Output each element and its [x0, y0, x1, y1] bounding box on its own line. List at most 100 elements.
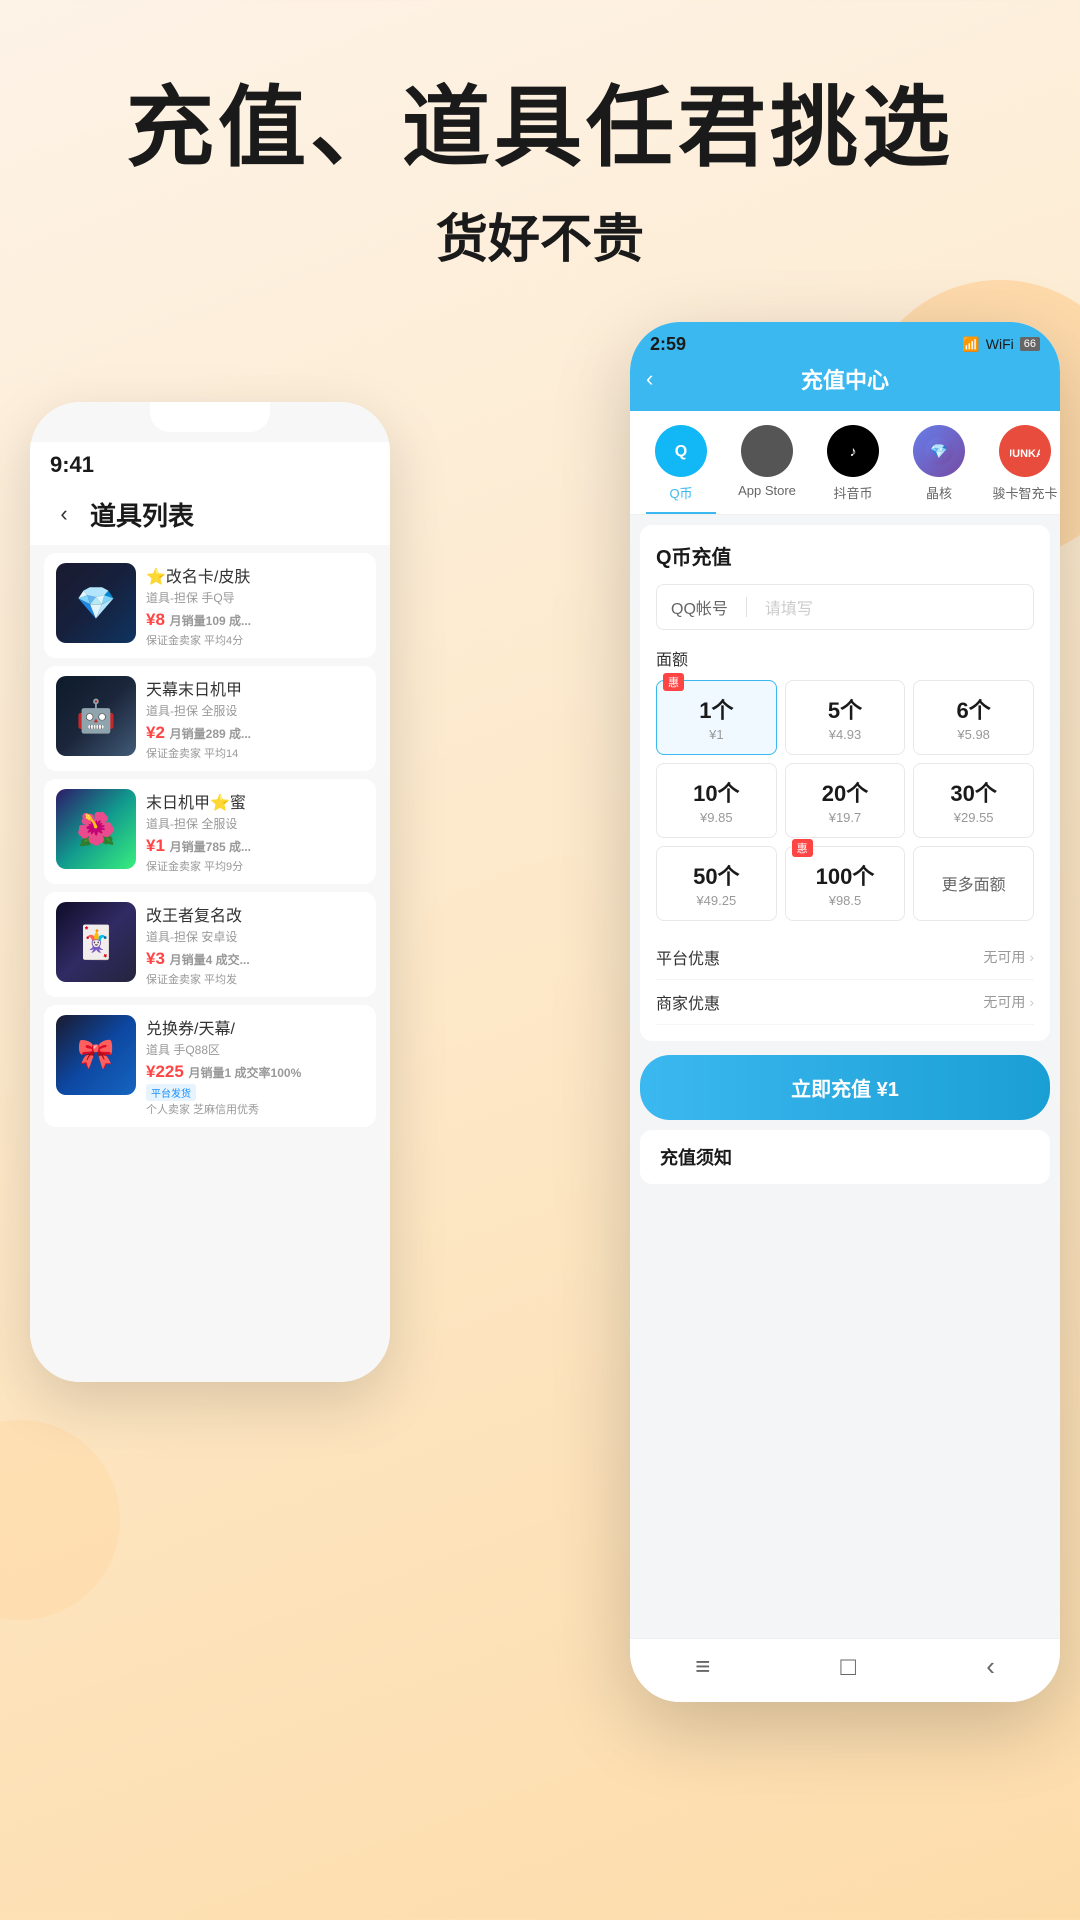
denom-sub-1: ¥1: [665, 727, 768, 742]
denom-item-1[interactable]: 惠 1个 ¥1: [656, 680, 777, 755]
denom-badge-1: 惠: [663, 673, 684, 691]
qq-icon: Q: [655, 425, 707, 477]
tool-image-1: 💎: [56, 563, 136, 643]
junka-icon: JUNKA: [999, 425, 1051, 477]
platform-discount-label: 平台优惠: [656, 945, 720, 969]
denom-item-more[interactable]: 更多面额: [913, 846, 1034, 921]
tool-name-1: ⭐改名卡/皮肤: [146, 563, 364, 587]
tool-extra-5: 个人卖家 芝麻信用优秀: [146, 1101, 364, 1117]
tool-guarantee-1: 保证金卖家 平均4分: [146, 632, 364, 648]
notice-section: 充值须知: [640, 1130, 1050, 1184]
denomination-title: 面额: [656, 646, 1034, 670]
platform-badge: 平台发货: [146, 1084, 196, 1101]
right-status-icons: 📶 WiFi 66: [962, 336, 1040, 353]
tool-guarantee-2: 保证金卖家 平均14: [146, 745, 364, 761]
phone-notch-left: [150, 402, 270, 432]
merchant-discount-arrow: ›: [1029, 994, 1034, 1010]
platform-discount-arrow: ›: [1029, 949, 1034, 965]
denom-item-4[interactable]: 10个 ¥9.85: [656, 763, 777, 838]
recharge-button[interactable]: 立即充值 ¥1: [640, 1055, 1050, 1120]
platform-discount-row[interactable]: 平台优惠 无可用 ›: [656, 935, 1034, 980]
svg-text:Q: Q: [675, 443, 687, 460]
tool-item[interactable]: 🎀 兑换券/天幕/ 道具 手Q88区 ¥225 月销量1 成交率100% 平台发…: [44, 1005, 376, 1127]
right-screen: 2:59 📶 WiFi 66 ‹ 充值中心 Q Q币: [630, 322, 1060, 1702]
denom-sub-2: ¥4.93: [794, 727, 897, 742]
tool-item[interactable]: 🌺 末日机甲⭐蜜 道具-担保 全服设 ¥1 月销量785 成... 保证金卖家 …: [44, 779, 376, 884]
right-nav-bar: ‹ 充值中心: [630, 355, 1060, 411]
tool-image-4: 🃏: [56, 902, 136, 982]
bottom-nav-menu[interactable]: ≡: [695, 1651, 710, 1682]
tool-guarantee-3: 保证金卖家 平均9分: [146, 858, 364, 874]
tool-info-4: 改王者复名改 道具-担保 安卓设 ¥3 月销量4 成交... 保证金卖家 平均发: [146, 902, 364, 987]
tool-desc-2: 道具-担保 全服设: [146, 702, 364, 719]
denom-item-7[interactable]: 50个 ¥49.25: [656, 846, 777, 921]
denom-item-3[interactable]: 6个 ¥5.98: [913, 680, 1034, 755]
merchant-discount-value: 无可用 ›: [983, 992, 1034, 1012]
more-label: 更多面额: [942, 871, 1006, 895]
left-nav-bar: ‹ 道具列表: [30, 490, 390, 545]
bottom-nav-home[interactable]: □: [840, 1651, 856, 1682]
recharge-content: Q币充值 QQ帐号 请填写 面额 惠 1个 ¥1: [640, 525, 1050, 1041]
denom-sub-3: ¥5.98: [922, 727, 1025, 742]
tool-info-1: ⭐改名卡/皮肤 道具-担保 手Q导 ¥8 月销量109 成... 保证金卖家 平…: [146, 563, 364, 648]
tool-image-2: 🤖: [56, 676, 136, 756]
right-back-button[interactable]: ‹: [646, 366, 653, 392]
tool-price-1: ¥8 月销量109 成...: [146, 610, 364, 630]
denom-item-8[interactable]: 惠 100个 ¥98.5: [785, 846, 906, 921]
phones-container: 9:41 ‹ 道具列表 💎 ⭐改名卡/皮肤 道具-担保 手Q导 ¥8 月销量10…: [0, 322, 1080, 1772]
input-divider: [746, 597, 747, 617]
merchant-discount-row[interactable]: 商家优惠 无可用 ›: [656, 980, 1034, 1025]
left-screen-title: 道具列表: [90, 496, 194, 533]
tool-item[interactable]: 🃏 改王者复名改 道具-担保 安卓设 ¥3 月销量4 成交... 保证金卖家 平…: [44, 892, 376, 997]
crystal-icon: 💎: [913, 425, 965, 477]
left-screen: 9:41 ‹ 道具列表 💎 ⭐改名卡/皮肤 道具-担保 手Q导 ¥8 月销量10…: [30, 402, 390, 1382]
cat-tab-crystal[interactable]: 💎 晶核: [904, 425, 974, 514]
right-status-bar: 2:59 📶 WiFi 66: [630, 322, 1060, 355]
cat-tab-douyin[interactable]: ♪ 抖音币: [818, 425, 888, 514]
battery-icon: 66: [1020, 337, 1040, 351]
right-nav-title: 充值中心: [801, 363, 889, 395]
tool-item[interactable]: 🤖 天幕末日机甲 道具-担保 全服设 ¥2 月销量289 成... 保证金卖家 …: [44, 666, 376, 771]
cat-tab-junka[interactable]: JUNKA 骏卡智充卡: [990, 425, 1060, 514]
denom-item-2[interactable]: 5个 ¥4.93: [785, 680, 906, 755]
header-title: 充值、道具任君挑选: [60, 80, 1020, 177]
denom-item-5[interactable]: 20个 ¥19.7: [785, 763, 906, 838]
left-status-bar: 9:41: [30, 442, 390, 490]
cat-tab-appstore[interactable]: App Store: [732, 425, 802, 514]
recharge-type-title: Q币充值: [656, 541, 1034, 570]
bottom-nav: ≡ □ ‹: [630, 1638, 1060, 1702]
tool-guarantee-4: 保证金卖家 平均发: [146, 971, 364, 987]
left-back-button[interactable]: ‹: [50, 500, 78, 528]
denom-main-2: 5个: [794, 693, 897, 725]
tool-name-3: 末日机甲⭐蜜: [146, 789, 364, 813]
denom-main-5: 20个: [794, 776, 897, 808]
wifi-icon: WiFi: [986, 336, 1014, 352]
left-time: 9:41: [50, 452, 94, 478]
bottom-nav-back[interactable]: ‹: [986, 1651, 995, 1682]
denom-main-1: 1个: [665, 693, 768, 725]
tool-image-3: 🌺: [56, 789, 136, 869]
tool-desc-3: 道具-担保 全服设: [146, 815, 364, 832]
cat-label-douyin: 抖音币: [833, 483, 872, 502]
denom-item-6[interactable]: 30个 ¥29.55: [913, 763, 1034, 838]
tool-item[interactable]: 💎 ⭐改名卡/皮肤 道具-担保 手Q导 ¥8 月销量109 成... 保证金卖家…: [44, 553, 376, 658]
denom-badge-8: 惠: [792, 839, 813, 857]
qq-account-input-row[interactable]: QQ帐号 请填写: [656, 584, 1034, 630]
svg-text:♪: ♪: [850, 443, 857, 459]
right-time: 2:59: [650, 334, 686, 355]
tool-name-4: 改王者复名改: [146, 902, 364, 926]
cat-tab-qq[interactable]: Q Q币: [646, 425, 716, 514]
merchant-discount-label: 商家优惠: [656, 990, 720, 1014]
tool-price-2: ¥2 月销量289 成...: [146, 723, 364, 743]
tool-info-2: 天幕末日机甲 道具-担保 全服设 ¥2 月销量289 成... 保证金卖家 平均…: [146, 676, 364, 761]
phone-right: 2:59 📶 WiFi 66 ‹ 充值中心 Q Q币: [630, 322, 1060, 1702]
denom-sub-5: ¥19.7: [794, 810, 897, 825]
denom-main-8: 100个: [794, 859, 897, 891]
header-subtitle: 货好不贵: [60, 197, 1020, 272]
tool-info-5: 兑换券/天幕/ 道具 手Q88区 ¥225 月销量1 成交率100% 平台发货 …: [146, 1015, 364, 1117]
denomination-grid: 惠 1个 ¥1 5个 ¥4.93 6个 ¥5.98: [656, 680, 1034, 921]
cat-label-crystal: 晶核: [926, 483, 952, 502]
douyin-icon: ♪: [827, 425, 879, 477]
category-tabs: Q Q币 App Store ♪ 抖音币: [630, 411, 1060, 515]
denom-main-7: 50个: [665, 859, 768, 891]
